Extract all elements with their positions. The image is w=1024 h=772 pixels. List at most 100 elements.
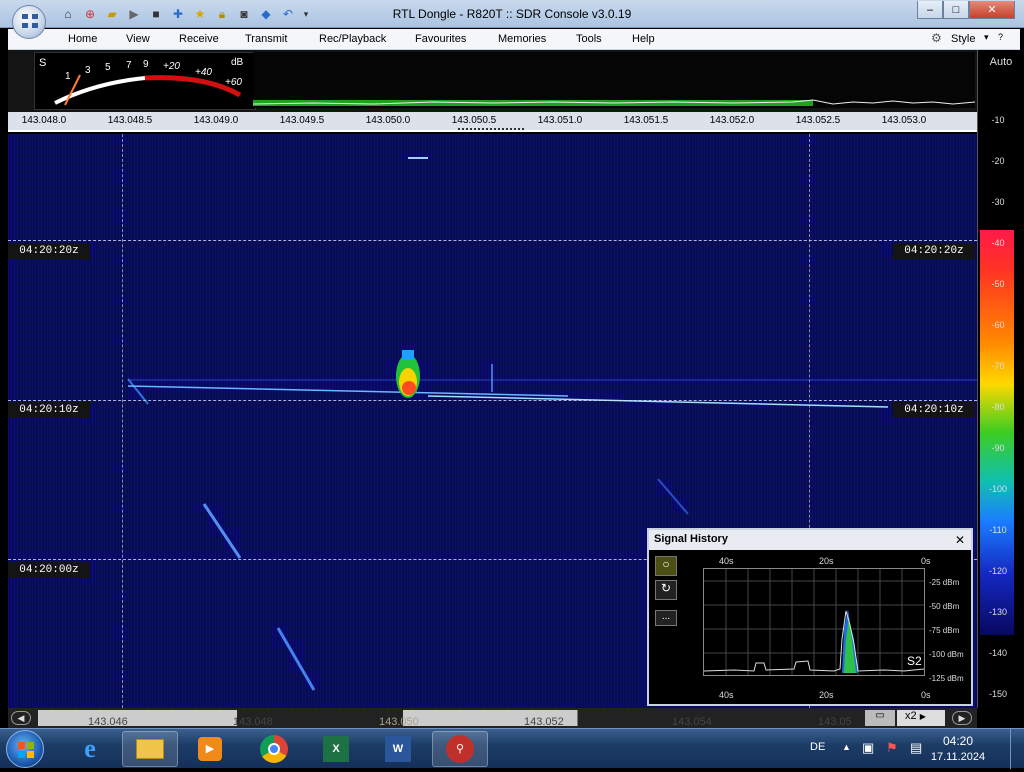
taskbar: e ▶ X W ⚲ DE ▲ ▣ ⚑ ▤ 04:20 17.11.2024 (0, 728, 1024, 769)
tray-expand-icon[interactable]: ▲ (842, 742, 851, 752)
record-icon[interactable]: ○ (655, 556, 677, 576)
scroll-right-icon[interactable]: ▶ (952, 711, 972, 725)
dbm-label: -75 dBm (929, 626, 960, 635)
freq-label: 143.050.0 (365, 115, 411, 126)
s-mark: 7 (126, 60, 132, 71)
clock-time[interactable]: 04:20 (930, 734, 986, 748)
menu-memories[interactable]: Memories (498, 33, 546, 45)
menu-receive[interactable]: Receive (179, 33, 219, 45)
time-grid-line (8, 240, 977, 241)
band-label: 143.054 (672, 716, 712, 728)
band-label: 143.050 (379, 716, 419, 728)
windows-logo-icon (18, 742, 34, 758)
action-center-icon[interactable]: ⚑ (886, 740, 898, 756)
style-menu[interactable]: Style (951, 33, 975, 45)
menu-home[interactable]: Home (68, 33, 97, 45)
help-icon[interactable]: ? (998, 32, 1003, 42)
style-dropdown-icon[interactable]: ▾ (984, 32, 989, 43)
scale-label: -50 (991, 279, 1005, 289)
timestamp-left: 04:20:00z (8, 562, 90, 578)
more-options-button[interactable]: ... (655, 610, 677, 626)
network-icon[interactable]: ▤ (910, 740, 922, 756)
s-mark: +20 (163, 61, 180, 72)
s-mark: 5 (105, 62, 111, 73)
word-icon[interactable]: W (370, 731, 426, 767)
menu-bar: Home View Receive Transmit Rec/Playback … (8, 29, 1020, 50)
media-player-icon[interactable]: ▶ (182, 731, 238, 767)
s-mark: 1 (65, 71, 71, 82)
chrome-icon[interactable] (246, 731, 302, 767)
freq-label: 143.049.0 (193, 115, 239, 126)
signal-history-title: Signal History (649, 530, 971, 550)
internet-explorer-icon[interactable]: e (62, 731, 118, 767)
scale-label: -100 (988, 484, 1007, 494)
menu-favourites[interactable]: Favourites (415, 33, 466, 45)
maximize-button[interactable]: □ (943, 1, 969, 19)
dbm-label: -50 dBm (929, 602, 960, 611)
scale-label: -20 (991, 156, 1005, 166)
s-reading: S2 (907, 654, 922, 668)
freq-label: 143.048.0 (21, 115, 67, 126)
panel-title-text: Signal History (654, 533, 728, 545)
menu-tools[interactable]: Tools (576, 33, 602, 45)
close-button[interactable]: ✕ (969, 1, 1015, 19)
auto-button[interactable]: Auto (978, 56, 1024, 68)
freq-label: 143.052.5 (795, 115, 841, 126)
scale-label: -40 (991, 238, 1005, 248)
freq-label: 143.049.5 (279, 115, 325, 126)
dbm-color-scale: Auto -10 -20 -30 -40 -50 -60 -70 -80 -90… (977, 50, 1024, 708)
scale-label: -110 (989, 525, 1007, 535)
keyboard-icon[interactable]: ▭ (865, 710, 895, 726)
file-explorer-icon[interactable] (122, 731, 178, 767)
reset-icon[interactable]: ↻ (655, 580, 677, 600)
menu-help[interactable]: Help (632, 33, 655, 45)
band-label: 143.05 (818, 716, 852, 728)
time-label: 0s (921, 556, 931, 566)
frequency-ruler[interactable]: 143.048.0 143.048.5 143.049.0 143.049.5 … (8, 112, 977, 132)
s-mark: 9 (143, 59, 149, 70)
dbm-label: -100 dBm (929, 650, 964, 659)
menu-rec-playback[interactable]: Rec/Playback (319, 33, 386, 45)
sdr-console-icon[interactable]: ⚲ (432, 731, 488, 767)
zoom-selector[interactable]: x2 ▶ (897, 710, 945, 726)
clock-date[interactable]: 17.11.2024 (930, 751, 986, 763)
s-unit-label: S (39, 57, 47, 69)
scale-label: -120 (988, 566, 1007, 576)
language-indicator[interactable]: DE (810, 741, 825, 753)
excel-icon[interactable]: X (308, 731, 364, 767)
dbm-label: -25 dBm (929, 578, 960, 587)
freq-label: 143.052.0 (709, 115, 755, 126)
panel-close-button[interactable]: ✕ (955, 533, 965, 547)
show-desktop-button[interactable] (1010, 729, 1024, 769)
spectrum-header: S dB 1 3 5 7 9 +20 +40 +60 (8, 50, 977, 112)
bottom-frequency-bar[interactable]: ◀ 143.046 143.048 143.050 143.052 143.05… (8, 708, 977, 728)
scale-label: -130 (988, 607, 1007, 617)
spectrum-trace (252, 99, 976, 106)
scroll-left-icon[interactable]: ◀ (11, 711, 31, 725)
db-unit-label: dB (231, 57, 244, 68)
signal-history-plot (703, 569, 925, 675)
spectrum-display[interactable] (252, 52, 976, 108)
minimize-button[interactable]: – (917, 1, 943, 19)
band-overview[interactable] (38, 710, 868, 726)
time-label: 40s (719, 690, 734, 700)
menu-view[interactable]: View (126, 33, 150, 45)
band-label: 143.046 (88, 716, 128, 728)
menu-transmit[interactable]: Transmit (245, 33, 287, 45)
signal-history-panel: Signal History ✕ ○ ↻ ... 40s 20s 0s -25 … (647, 528, 973, 706)
scale-label: -90 (991, 443, 1005, 453)
start-button[interactable] (6, 730, 44, 768)
freq-label: 143.051.0 (537, 115, 583, 126)
timestamp-left: 04:20:20z (8, 243, 90, 259)
time-grid-line (8, 400, 977, 401)
scale-label: -60 (991, 320, 1005, 330)
filter-marker[interactable] (458, 128, 524, 130)
scale-label: -150 (988, 689, 1007, 699)
scale-label: -70 (991, 361, 1005, 371)
app-menu-button[interactable] (12, 5, 46, 39)
dbm-label: -125 dBm (929, 674, 964, 683)
zoom-arrow-icon: ▶ (919, 712, 926, 721)
app-logo-icon (22, 14, 38, 28)
window-title: RTL Dongle - R820T :: SDR Console v3.0.1… (392, 7, 632, 21)
device-icon[interactable]: ▣ (862, 740, 874, 756)
